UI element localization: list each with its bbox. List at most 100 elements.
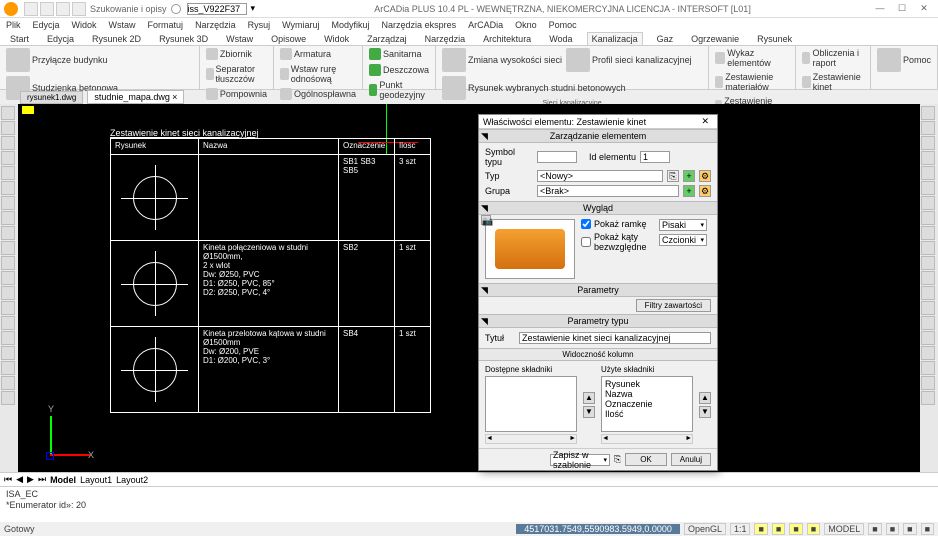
pisaki-combo[interactable]: Pisaki (659, 219, 707, 231)
tab-field[interactable] (187, 3, 247, 15)
anuluj-button[interactable]: Anuluj (671, 453, 711, 466)
sb-toggle[interactable]: ■ (903, 523, 916, 535)
sb-toggle[interactable]: ■ (807, 523, 820, 535)
tool-button[interactable] (1, 271, 15, 285)
ribbon-button[interactable]: Pomoc (877, 48, 931, 72)
tytul-field[interactable]: Zestawienie kinet sieci kanalizacyjnej (519, 332, 711, 344)
tool-button[interactable] (1, 376, 15, 390)
dostepne-list[interactable] (485, 376, 577, 432)
ok-button[interactable]: OK (625, 453, 667, 466)
menu-item[interactable]: Widok (72, 20, 97, 30)
camera-icon[interactable]: 📷 (481, 215, 491, 225)
ribbon-tab[interactable]: Rysunek (753, 33, 796, 45)
ribbon-button[interactable]: Zbiornik (206, 48, 267, 60)
tool-button[interactable] (921, 301, 935, 315)
tool-button[interactable] (1, 226, 15, 240)
nav-prev-icon[interactable]: ◀ (16, 474, 23, 485)
ribbon-button[interactable]: Zestawienie materiałów (715, 72, 789, 92)
section-header[interactable]: ◥Wygląd (479, 201, 717, 215)
sb-opengl[interactable]: OpenGL (684, 523, 726, 535)
ribbon-tab[interactable]: Rysunek 3D (155, 33, 212, 45)
sb-toggle[interactable]: ■ (868, 523, 881, 535)
grupa-field[interactable]: <Brak> (537, 185, 679, 197)
move-up-button[interactable]: ▲ (699, 392, 711, 404)
tool-button[interactable] (921, 181, 935, 195)
typ-field[interactable]: <Nowy> (537, 170, 663, 182)
tool-button[interactable] (921, 286, 935, 300)
close-tab-icon[interactable]: × (172, 92, 177, 102)
maximize-button[interactable]: ☐ (892, 2, 912, 16)
doc-tab[interactable]: rysunek1.dwg (20, 91, 83, 104)
tool-button[interactable] (921, 136, 935, 150)
scrollbar-h[interactable] (601, 434, 693, 444)
tool-button[interactable] (1, 331, 15, 345)
tool-button[interactable] (1, 211, 15, 225)
ribbon-tab[interactable]: Ogrzewanie (687, 33, 743, 45)
ribbon-tab[interactable]: Architektura (479, 33, 535, 45)
menu-item[interactable]: Plik (6, 20, 21, 30)
menu-item[interactable]: Narzędzia ekspres (382, 20, 457, 30)
menu-item[interactable]: Rysuj (248, 20, 271, 30)
tool-button[interactable] (921, 166, 935, 180)
settings-button[interactable]: ⚙ (699, 185, 711, 197)
ribbon-tab[interactable]: Opisowe (267, 33, 310, 45)
tool-button[interactable] (921, 196, 935, 210)
sb-model[interactable]: MODEL (824, 523, 864, 535)
layout-tab-model[interactable]: Model (50, 475, 76, 485)
ribbon-button[interactable]: Przyłącze budynku (6, 48, 108, 72)
tool-button[interactable] (921, 391, 935, 405)
tool-button[interactable] (921, 211, 935, 225)
sb-toggle[interactable]: ■ (754, 523, 767, 535)
sb-toggle[interactable]: ■ (772, 523, 785, 535)
assign-button[interactable]: ⎘ (667, 170, 679, 182)
tool-button[interactable] (921, 376, 935, 390)
ribbon-button[interactable]: Deszczowa (369, 64, 429, 76)
tool-button[interactable] (1, 106, 15, 120)
tool-button[interactable] (1, 286, 15, 300)
assign-button[interactable]: ⎘ (614, 454, 621, 465)
move-down-button[interactable]: ▼ (583, 406, 595, 418)
section-header[interactable]: ◥Parametry (479, 283, 717, 297)
menu-item[interactable]: Formatuj (148, 20, 184, 30)
add-button[interactable]: + (683, 185, 695, 197)
tool-button[interactable] (1, 346, 15, 360)
ribbon-button[interactable]: Armatura (280, 48, 356, 60)
tool-button[interactable] (921, 271, 935, 285)
tool-button[interactable] (1, 316, 15, 330)
tool-button[interactable] (921, 346, 935, 360)
menu-item[interactable]: Wstaw (109, 20, 136, 30)
szablon-combo[interactable]: Zapisz w szablonie (550, 454, 610, 466)
ribbon-button[interactable]: Zestawienie kinet (802, 72, 864, 92)
menu-item[interactable]: Wymiaruj (282, 20, 319, 30)
tool-button[interactable] (921, 226, 935, 240)
filtry-button[interactable]: Filtry zawartości (636, 299, 711, 312)
tool-button[interactable] (1, 166, 15, 180)
tool-button[interactable] (921, 361, 935, 375)
list-item[interactable]: Oznaczenie (604, 399, 690, 409)
search-icon[interactable] (171, 4, 181, 14)
ribbon-tab[interactable]: Gaz (653, 33, 678, 45)
ribbon-tab[interactable]: Widok (320, 33, 353, 45)
dialog-titlebar[interactable]: Właściwości elementu: Zestawienie kinet … (479, 115, 717, 129)
sb-toggle[interactable]: ■ (789, 523, 802, 535)
ribbon-button[interactable]: Separator tłuszczów (206, 64, 267, 84)
cmd-input[interactable] (6, 511, 932, 522)
ribbon-button[interactable]: Profil sieci kanalizacyjnej (566, 48, 692, 72)
section-header[interactable]: ◥Zarządzanie elementem (479, 129, 717, 143)
tool-button[interactable] (1, 241, 15, 255)
qat-btn[interactable] (72, 2, 86, 16)
list-item[interactable]: Ilość (604, 409, 690, 419)
ribbon-button[interactable]: Punkt geodezyjny (369, 80, 429, 100)
menu-item[interactable]: Okno (515, 20, 537, 30)
menu-item[interactable]: Edycja (33, 20, 60, 30)
ribbon-button[interactable]: Ogólnospławna (280, 88, 356, 100)
tool-button[interactable] (921, 151, 935, 165)
ribbon-button[interactable]: Pompownia (206, 88, 267, 100)
section-header[interactable]: ◥Parametry typu (479, 314, 717, 328)
ribbon-tab[interactable]: Start (6, 33, 33, 45)
command-line[interactable]: ISA_EC *Enumerator id»: 20 (0, 486, 938, 522)
dialog-close-button[interactable]: ✕ (697, 116, 713, 127)
nav-next-icon[interactable]: ▶ (27, 474, 34, 485)
tool-button[interactable] (921, 106, 935, 120)
list-item[interactable]: Rysunek (604, 379, 690, 389)
